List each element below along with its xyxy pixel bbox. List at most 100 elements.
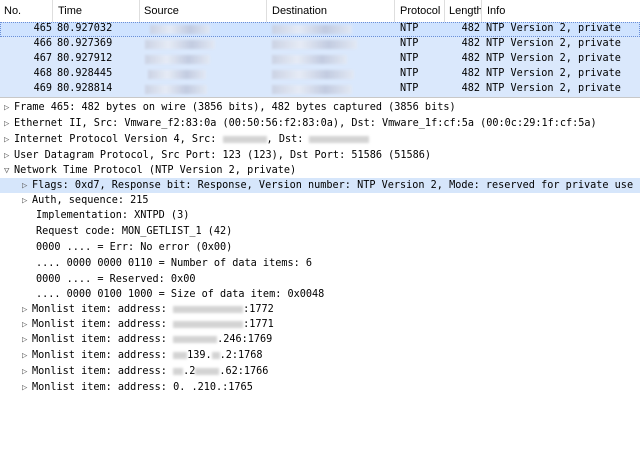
address-redacted <box>195 367 220 375</box>
packet-time: 80.927912 <box>57 53 113 64</box>
monlist-port: .62:1766 <box>219 366 269 377</box>
tree-item-implementation[interactable]: Implementation: XNTPD (3) <box>36 208 189 223</box>
col-no[interactable]: No. <box>4 5 21 17</box>
source-redacted <box>150 25 210 34</box>
ip-src-redacted <box>222 135 267 143</box>
packet-protocol: NTP <box>400 23 419 34</box>
packet-protocol: NTP <box>400 83 419 94</box>
tree-item-udp[interactable]: ▷ User Datagram Protocol, Src Port: 123 (… <box>4 148 431 163</box>
packet-row[interactable]: 467 80.927912 NTP 482 NTP Version 2, pri… <box>0 52 640 67</box>
packet-row[interactable]: 469 80.928814 NTP 482 NTP Version 2, pri… <box>0 82 640 97</box>
address-redacted <box>173 305 244 313</box>
destination-redacted <box>272 55 347 64</box>
expand-arrow-icon[interactable]: ▷ <box>22 318 32 333</box>
packet-length: 482 <box>461 83 480 94</box>
monlist-partial: .2 <box>183 366 196 377</box>
expand-arrow-icon[interactable]: ▷ <box>22 349 32 364</box>
packet-time: 80.927032 <box>57 23 113 34</box>
packet-time: 80.928445 <box>57 68 113 79</box>
packet-row[interactable]: 466 80.927369 NTP 482 NTP Version 2, pri… <box>0 37 640 52</box>
tree-item-err[interactable]: 0000 .... = Err: No error (0x00) <box>36 240 232 255</box>
tree-item-size[interactable]: .... 0000 0100 1000 = Size of data item:… <box>36 287 324 302</box>
packet-list[interactable]: No. Time Source Destination Protocol Len… <box>0 0 640 98</box>
expand-arrow-icon[interactable]: ▷ <box>4 117 14 132</box>
col-time[interactable]: Time <box>58 5 82 17</box>
packet-no: 468 <box>33 68 52 79</box>
packet-length: 482 <box>461 38 480 49</box>
tree-item-request-code[interactable]: Request code: MON_GETLIST_1 (42) <box>36 224 232 239</box>
tree-item-ethernet[interactable]: ▷ Ethernet II, Src: Vmware_f2:83:0a (00:5… <box>4 116 597 131</box>
address-redacted <box>173 335 218 343</box>
tree-item-monlist[interactable]: ▷ Monlist item: address: 0. .210.:1765 <box>22 380 253 395</box>
tree-item-auth[interactable]: ▷ Auth, sequence: 215 <box>22 193 149 208</box>
monlist-partial: 0. .210. <box>173 382 223 393</box>
col-length[interactable]: Length <box>449 5 483 17</box>
destination-redacted <box>272 85 352 94</box>
monlist-port: :1772 <box>243 304 274 315</box>
expand-arrow-icon[interactable]: ▷ <box>22 333 32 348</box>
expand-arrow-icon[interactable]: ▷ <box>4 149 14 164</box>
address-redacted <box>173 367 184 375</box>
col-source[interactable]: Source <box>144 5 179 17</box>
monlist-partial: 139. <box>187 350 212 361</box>
tree-item-monlist[interactable]: ▷ Monlist item: address: 139. .2:1768 <box>22 348 263 363</box>
tree-item-label: Request code: MON_GETLIST_1 (42) <box>36 226 233 237</box>
packet-info: NTP Version 2, private <box>486 38 621 49</box>
packet-no: 465 <box>33 23 52 34</box>
packet-protocol: NTP <box>400 38 419 49</box>
expand-arrow-icon[interactable]: ▷ <box>4 133 14 148</box>
source-redacted <box>145 85 207 94</box>
monlist-port: :1765 <box>222 382 253 393</box>
packet-row[interactable]: 468 80.928445 NTP 482 NTP Version 2, pri… <box>0 67 640 82</box>
monlist-label: Monlist item: address: <box>32 319 174 330</box>
expand-arrow-icon[interactable]: ▷ <box>22 194 32 209</box>
tree-item-label: Auth, sequence: 215 <box>32 195 149 206</box>
tree-item-monlist[interactable]: ▷ Monlist item: address: :1772 <box>22 302 274 317</box>
monlist-label: Monlist item: address: <box>32 304 174 315</box>
address-redacted <box>173 351 188 359</box>
monlist-label: Monlist item: address: <box>32 382 174 393</box>
tree-item-frame[interactable]: ▷ Frame 465: 482 bytes on wire (3856 bits… <box>4 100 456 115</box>
tree-item-label: Ethernet II, Src: Vmware_f2:83:0a (00:50… <box>14 118 597 129</box>
collapse-arrow-icon[interactable]: ▽ <box>4 164 14 179</box>
monlist-label: Monlist item: address: <box>32 350 174 361</box>
tree-item-reserved[interactable]: 0000 .... = Reserved: 0x00 <box>36 272 195 287</box>
tree-item-num-items[interactable]: .... 0000 0000 0110 = Number of data ite… <box>36 256 312 271</box>
packet-row[interactable]: 465 80.927032 NTP 482 NTP Version 2, pri… <box>0 22 640 37</box>
monlist-label: Monlist item: address: <box>32 334 174 345</box>
packet-length: 482 <box>461 53 480 64</box>
tree-item-label: Flags: 0xd7, Response bit: Response, Ver… <box>32 180 634 191</box>
monlist-port: :1771 <box>243 319 274 330</box>
tree-item-label: .... 0000 0100 1000 = Size of data item:… <box>36 289 325 300</box>
expand-arrow-icon[interactable]: ▷ <box>22 365 32 380</box>
tree-item-label: User Datagram Protocol, Src Port: 123 (1… <box>14 150 432 161</box>
tree-item-monlist[interactable]: ▷ Monlist item: address: .246:1769 <box>22 332 272 347</box>
expand-arrow-icon[interactable]: ▷ <box>22 179 32 194</box>
packet-length: 482 <box>461 68 480 79</box>
col-destination[interactable]: Destination <box>272 5 327 17</box>
ip-dst-redacted <box>309 135 370 143</box>
packet-list-header: No. Time Source Destination Protocol Len… <box>0 0 640 23</box>
address-redacted <box>211 351 220 359</box>
tree-item-monlist[interactable]: ▷ Monlist item: address: .2 .62:1766 <box>22 364 268 379</box>
tree-item-label: Frame 465: 482 bytes on wire (3856 bits)… <box>14 102 456 113</box>
col-protocol[interactable]: Protocol <box>400 5 440 17</box>
tree-item-monlist[interactable]: ▷ Monlist item: address: :1771 <box>22 317 274 332</box>
tree-item-label: 0000 .... = Reserved: 0x00 <box>36 274 196 285</box>
tree-item-label: , Dst: <box>266 134 310 145</box>
tree-item-label: Network Time Protocol (NTP Version 2, pr… <box>14 165 297 176</box>
packet-time: 80.927369 <box>57 38 113 49</box>
tree-item-label: .... 0000 0000 0110 = Number of data ite… <box>36 258 313 269</box>
tree-item-ip[interactable]: ▷ Internet Protocol Version 4, Src: , Dst… <box>4 132 370 148</box>
expand-arrow-icon[interactable]: ▷ <box>22 381 32 396</box>
packet-no: 466 <box>33 38 52 49</box>
packet-time: 80.928814 <box>57 83 113 94</box>
tree-item-ntp[interactable]: ▽ Network Time Protocol (NTP Version 2, p… <box>4 163 296 178</box>
expand-arrow-icon[interactable]: ▷ <box>22 303 32 318</box>
packet-length: 482 <box>461 23 480 34</box>
tree-item-label: Internet Protocol Version 4, Src: <box>14 134 223 145</box>
col-info[interactable]: Info <box>487 5 505 17</box>
tree-item-flags[interactable]: ▷ Flags: 0xd7, Response bit: Response, Ve… <box>22 178 633 193</box>
expand-arrow-icon[interactable]: ▷ <box>4 101 14 116</box>
destination-redacted <box>272 40 357 49</box>
